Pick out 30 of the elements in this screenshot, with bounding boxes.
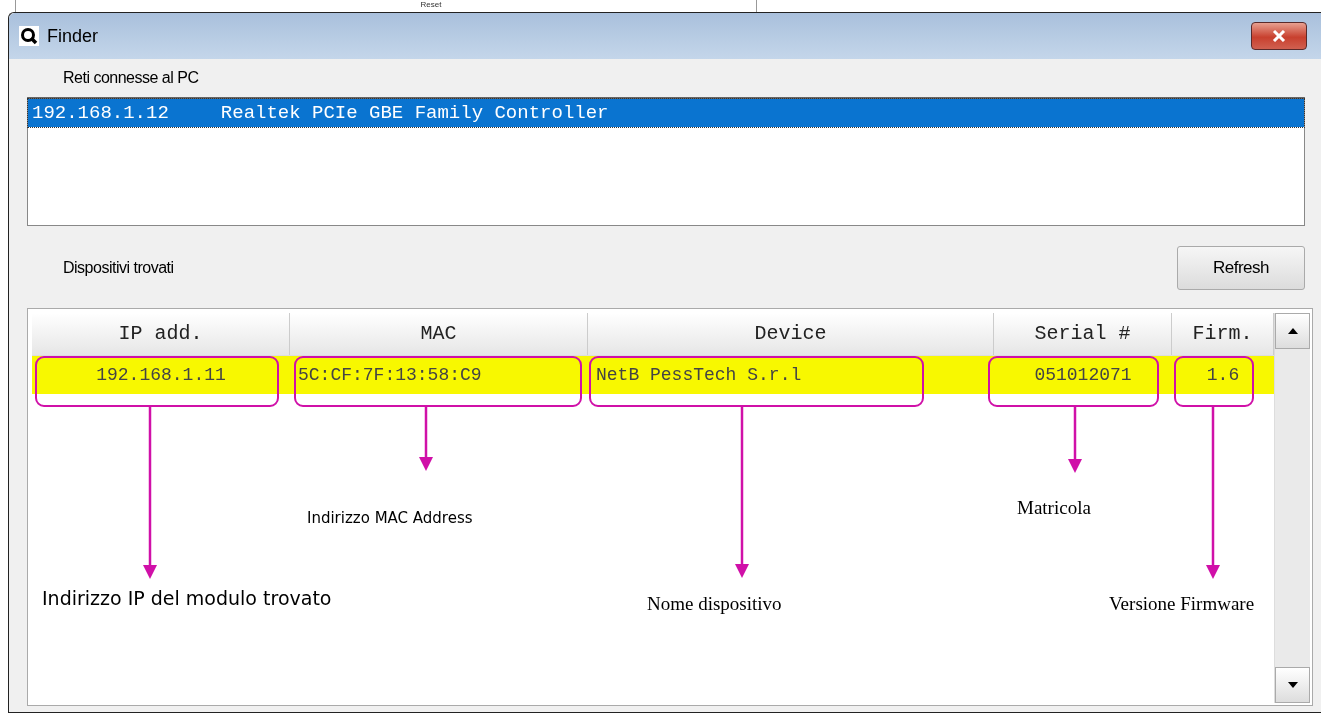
window-title: Finder bbox=[47, 25, 99, 47]
magnifier-icon bbox=[19, 26, 39, 46]
annotation-text: Indirizzo MAC Address bbox=[307, 509, 473, 527]
column-header[interactable]: Device bbox=[588, 313, 994, 355]
annotation-text: Indirizzo IP del modulo trovato bbox=[42, 587, 332, 609]
table-cell: NetB PessTech S.r.l bbox=[596, 364, 802, 386]
callout-arrow bbox=[418, 407, 434, 471]
table-cell: 1.6 bbox=[1206, 364, 1240, 386]
network-item[interactable]: 192.168.1.12 Realtek PCIe GBE Family Controller bbox=[28, 99, 1304, 127]
close-icon bbox=[1272, 30, 1286, 42]
annotation-text: Nome dispositivo bbox=[647, 593, 782, 615]
column-header[interactable]: IP add. bbox=[32, 313, 290, 355]
scroll-down-button[interactable] bbox=[1275, 667, 1310, 703]
section-label: Reti connesse al PC bbox=[62, 68, 200, 88]
scroll-up-button[interactable] bbox=[1275, 313, 1310, 349]
column-header[interactable]: Serial # bbox=[994, 313, 1172, 355]
column-header[interactable]: MAC bbox=[290, 313, 588, 355]
callout-arrow bbox=[1067, 407, 1083, 473]
section-label: Dispositivi trovati bbox=[62, 259, 174, 277]
close-button[interactable] bbox=[1251, 22, 1307, 50]
up-arrow-icon bbox=[1287, 328, 1298, 334]
refresh-button[interactable]: Refresh bbox=[1177, 246, 1305, 290]
table-cell: 192.168.1.11 bbox=[96, 364, 226, 386]
table-cell: 5C:CF:7F:13:58:C9 bbox=[298, 364, 482, 386]
scrollbar[interactable] bbox=[1274, 313, 1310, 703]
annotation-text: Matricola bbox=[1017, 497, 1091, 519]
down-arrow-icon bbox=[1287, 682, 1298, 688]
table-cell: 051012071 bbox=[1034, 364, 1132, 386]
annotation-text: Versione Firmware bbox=[1109, 593, 1255, 615]
table-row[interactable]: 192.168.1.11 5C:CF:7F:13:58:C9 NetB PessTech S.r.l 051012071 1.6 bbox=[32, 356, 1274, 394]
